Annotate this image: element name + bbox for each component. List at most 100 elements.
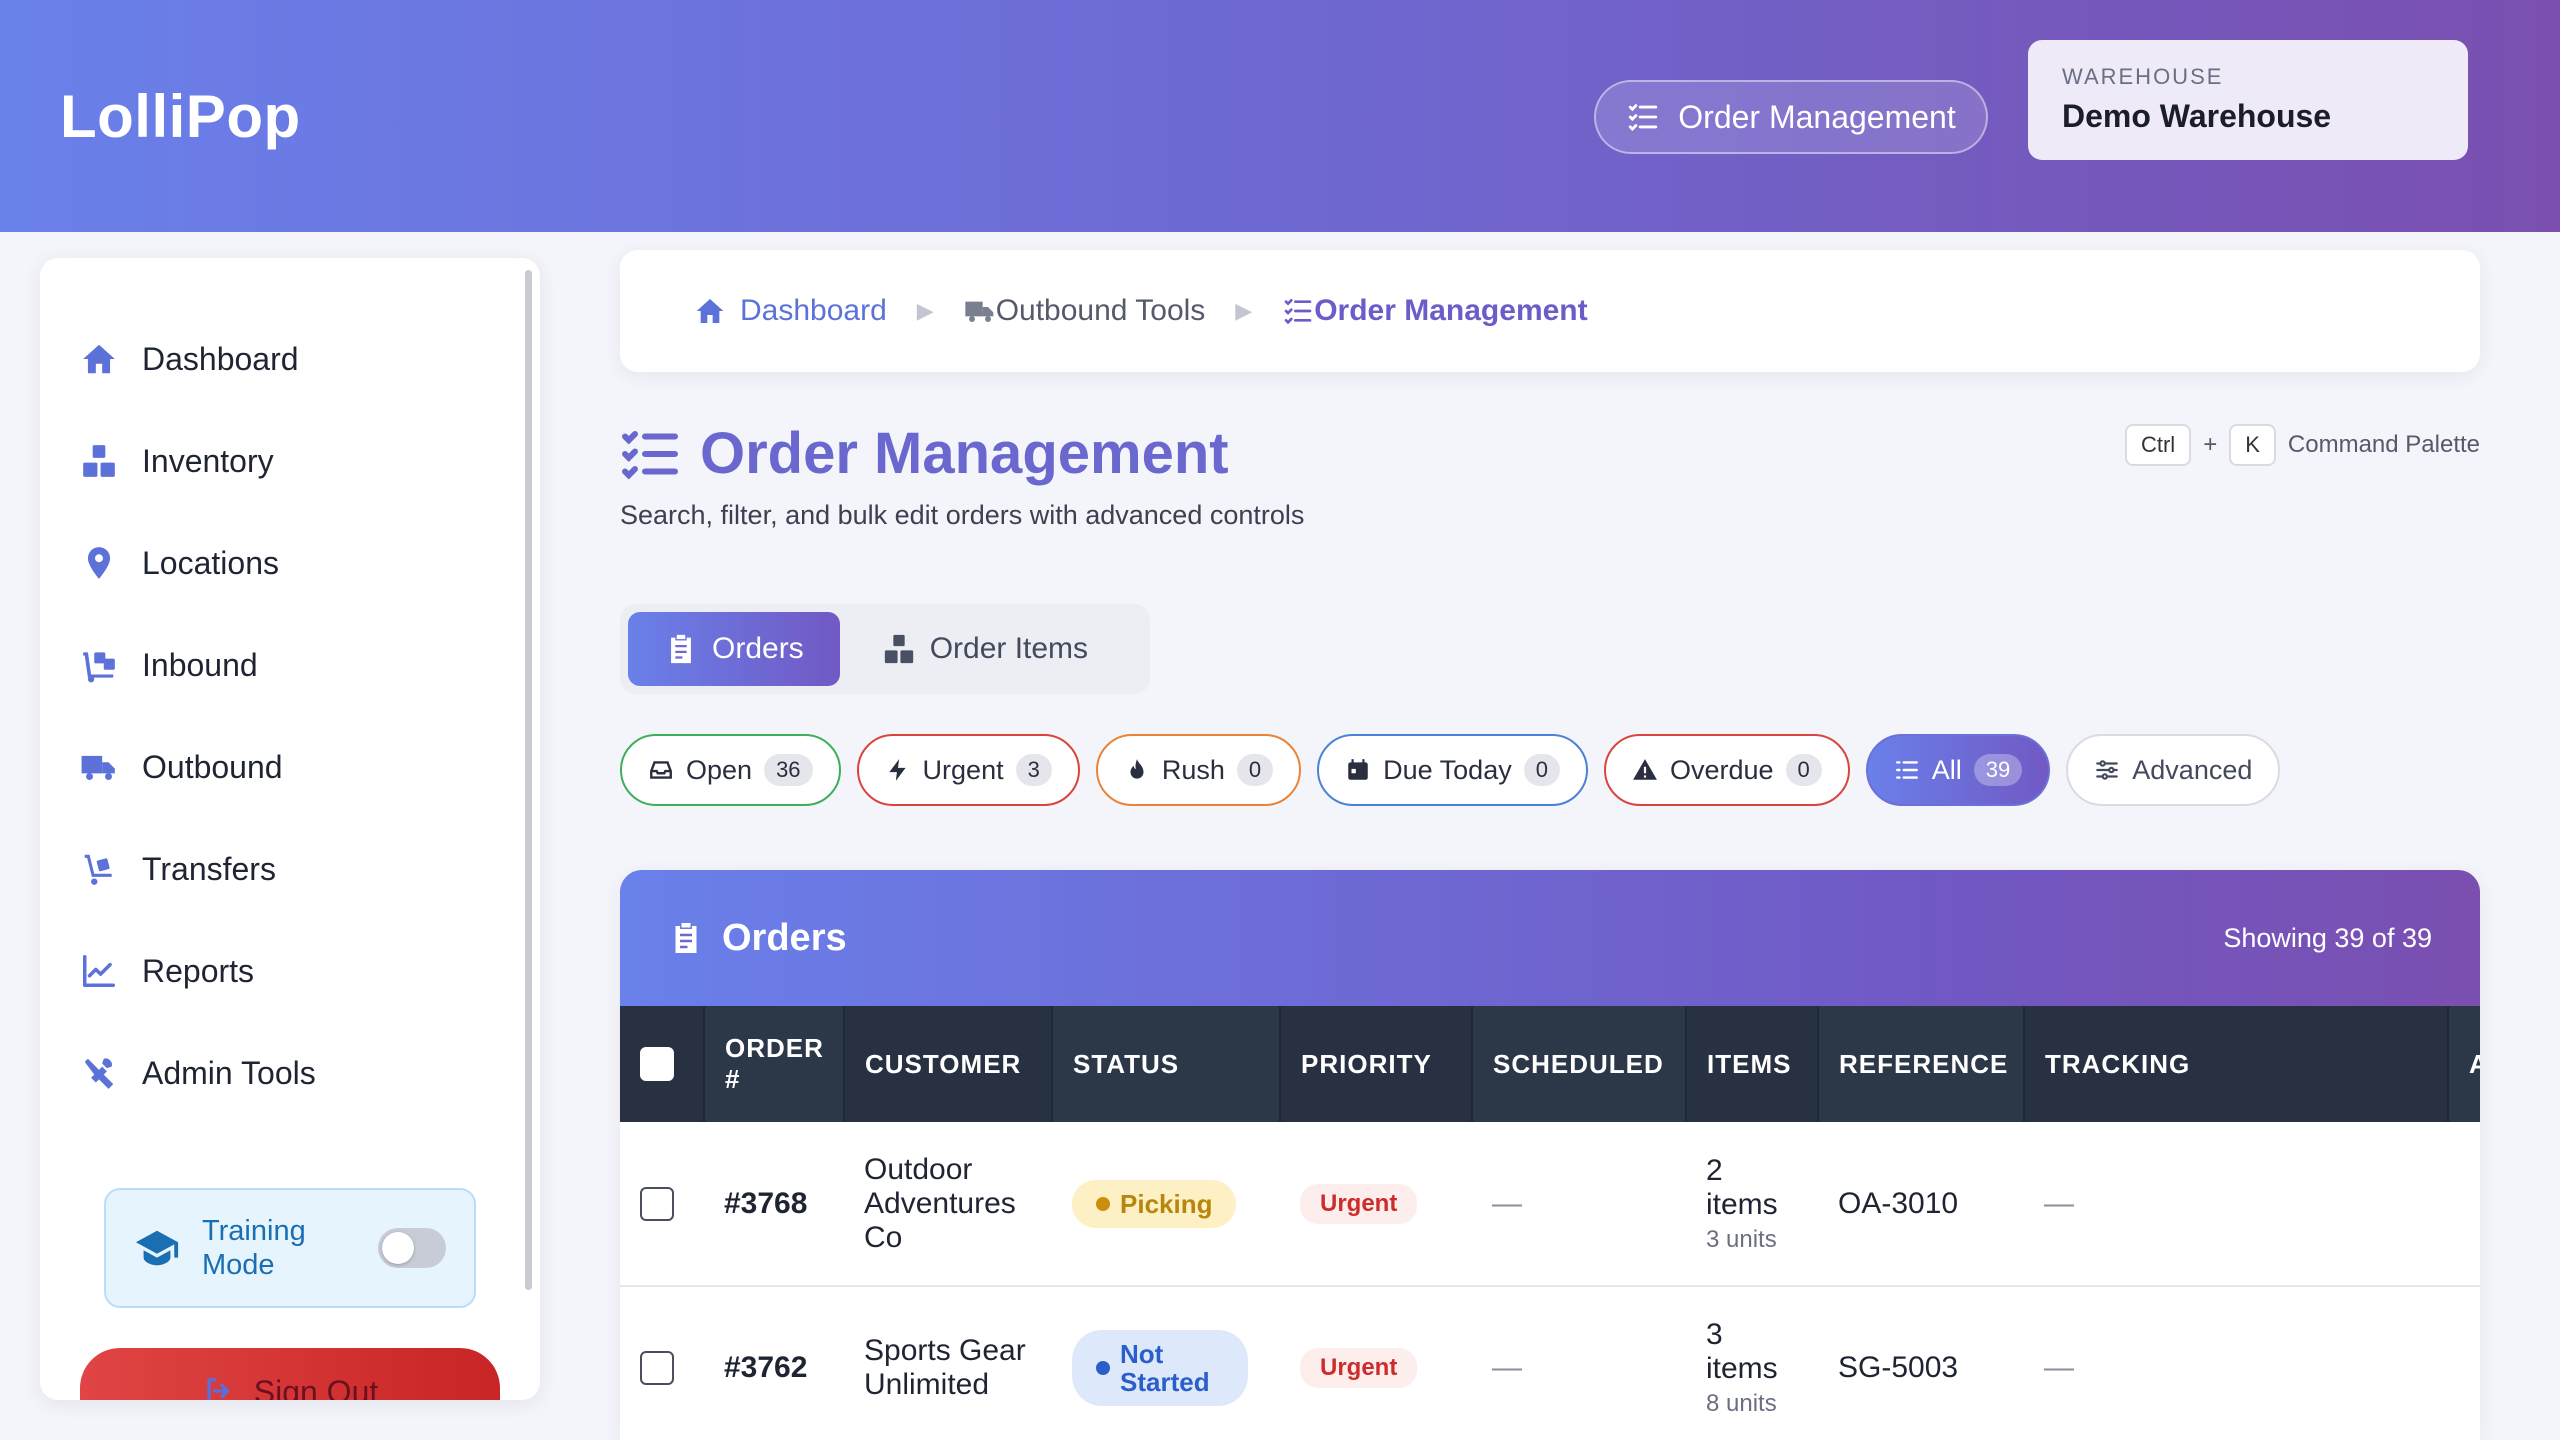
clipboard-icon xyxy=(671,634,691,664)
orders-table: ORDER # CUSTOMER STATUS PRIORITY SCHEDUL… xyxy=(620,1006,2480,1440)
boxes-icon xyxy=(884,634,913,664)
filter-overdue[interactable]: Overdue 0 xyxy=(1603,734,1850,806)
col-priority[interactable]: PRIORITY xyxy=(1280,1006,1473,1122)
orders-title-text: Orders xyxy=(722,916,847,959)
header-pill-label: Order Management xyxy=(1678,98,1956,135)
filter-rush[interactable]: Rush 0 xyxy=(1095,734,1302,806)
scheduled-value: — xyxy=(1472,1122,1686,1287)
training-mode-label: Training Mode xyxy=(202,1215,306,1281)
filter-chips: Open 36 Urgent 3 Rush 0 Due Today 0 Over… xyxy=(620,734,2281,806)
sidebar-item-dashboard[interactable]: Dashboard xyxy=(80,324,480,394)
col-status[interactable]: STATUS xyxy=(1052,1006,1281,1122)
col-items[interactable]: ITEMS xyxy=(1686,1006,1819,1122)
warning-icon xyxy=(1633,759,1657,780)
priority-cell: Urgent xyxy=(1280,1122,1472,1287)
sidebar-item-outbound[interactable]: Outbound xyxy=(80,732,480,802)
filter-label: Rush xyxy=(1161,754,1225,785)
col-actions[interactable]: A xyxy=(2448,1006,2480,1122)
col-reference[interactable]: REFERENCE xyxy=(1818,1006,2025,1122)
units-count: 8 units xyxy=(1706,1390,1777,1417)
priority-badge: Urgent xyxy=(1300,1183,1418,1224)
sidebar-item-admin-tools[interactable]: Admin Tools xyxy=(80,1038,480,1108)
status-cell: Picking xyxy=(1052,1122,1280,1287)
breadcrumb: Dashboard ▶ Outbound Tools ▶ Order Manag… xyxy=(620,250,2480,372)
table-row[interactable]: #3768 Outdoor Adventures Co Picking Urge… xyxy=(620,1122,2480,1287)
status-text: Picking xyxy=(1120,1188,1213,1219)
sidebar-scrollbar[interactable] xyxy=(525,270,532,1290)
top-header: LolliPop Order Management WAREHOUSE Demo… xyxy=(0,0,2560,232)
tab-orders[interactable]: Orders xyxy=(628,612,840,686)
breadcrumb-label: Order Management xyxy=(1314,294,1588,327)
filter-due-today[interactable]: Due Today 0 xyxy=(1317,734,1588,806)
truck-icon xyxy=(81,755,115,780)
view-tabs: Orders Order Items xyxy=(620,604,1150,694)
order-number[interactable]: #3762 xyxy=(704,1286,844,1440)
brand-logo[interactable]: LolliPop xyxy=(60,82,301,151)
command-palette-hint[interactable]: Ctrl + K Command Palette xyxy=(2124,424,2480,466)
sidebar-item-label: Transfers xyxy=(142,850,276,887)
select-all-checkbox[interactable] xyxy=(640,1047,674,1081)
actions-cell xyxy=(2448,1122,2480,1287)
kbd-plus: + xyxy=(2203,431,2218,458)
breadcrumb-dashboard[interactable]: Dashboard xyxy=(694,294,887,328)
customer-name: Outdoor Adventures Co xyxy=(844,1122,1052,1287)
tracking-value: — xyxy=(2024,1286,2448,1440)
clipboard-icon xyxy=(675,923,697,953)
orders-panel: Orders Showing 39 of 39 ORDER # CUSTOMER… xyxy=(620,870,2480,1440)
col-order[interactable]: ORDER # xyxy=(704,1006,845,1122)
filter-all[interactable]: All 39 xyxy=(1865,734,2051,806)
sidebar-item-label: Inventory xyxy=(142,442,274,479)
col-scheduled[interactable]: SCHEDULED xyxy=(1472,1006,1687,1122)
fire-icon xyxy=(1130,759,1144,779)
tracking-value: — xyxy=(2024,1122,2448,1287)
sidebar-item-reports[interactable]: Reports xyxy=(80,936,480,1006)
sidebar-item-inbound[interactable]: Inbound xyxy=(80,630,480,700)
filter-label: Advanced xyxy=(2132,754,2253,785)
breadcrumb-current: Order Management xyxy=(1282,294,1588,328)
filter-count: 39 xyxy=(1973,754,2023,786)
warehouse-selector[interactable]: WAREHOUSE Demo Warehouse xyxy=(2028,40,2468,160)
filter-count: 0 xyxy=(1785,754,1822,786)
order-number[interactable]: #3768 xyxy=(704,1122,844,1287)
row-checkbox[interactable] xyxy=(640,1351,674,1385)
scheduled-value: — xyxy=(1472,1286,1686,1440)
tab-order-items[interactable]: Order Items xyxy=(846,612,1124,686)
col-customer[interactable]: CUSTOMER xyxy=(844,1006,1053,1122)
sliders-icon xyxy=(2096,760,2119,780)
row-checkbox[interactable] xyxy=(640,1186,674,1221)
sign-out-button[interactable]: Sign Out xyxy=(80,1348,500,1400)
filter-urgent[interactable]: Urgent 3 xyxy=(856,734,1080,806)
sidebar-item-label: Outbound xyxy=(142,748,283,785)
warehouse-label: WAREHOUSE xyxy=(2062,64,2224,89)
filter-label: Overdue xyxy=(1669,754,1774,785)
col-tracking[interactable]: TRACKING xyxy=(2024,1006,2449,1122)
training-mode-toggle[interactable] xyxy=(378,1228,446,1268)
breadcrumb-label: Dashboard xyxy=(740,294,887,327)
sidebar: Dashboard Inventory Locations Inbound Ou… xyxy=(40,258,540,1400)
filter-open[interactable]: Open 36 xyxy=(620,734,841,806)
training-mode-panel: Training Mode xyxy=(104,1188,476,1308)
sidebar-item-locations[interactable]: Locations xyxy=(80,528,480,598)
calendar-icon xyxy=(1348,759,1368,780)
items-cell: 3 items 8 units xyxy=(1686,1286,1818,1440)
header-order-management-button[interactable]: Order Management xyxy=(1594,80,1988,154)
items-cell: 2 items 3 units xyxy=(1686,1122,1818,1287)
table-row[interactable]: #3762 Sports Gear Unlimited Not Started … xyxy=(620,1286,2480,1440)
sidebar-item-transfers[interactable]: Transfers xyxy=(80,834,480,904)
status-text: Not Started xyxy=(1120,1339,1210,1397)
orders-panel-header: Orders Showing 39 of 39 xyxy=(620,870,2480,1006)
filter-label: Urgent xyxy=(922,754,1004,785)
tab-label: Orders xyxy=(712,632,804,665)
breadcrumb-label: Outbound Tools xyxy=(995,294,1206,327)
row-select-cell xyxy=(620,1122,704,1287)
tools-icon xyxy=(84,1058,114,1089)
page-title: Order Management xyxy=(620,420,1229,487)
sidebar-item-label: Inbound xyxy=(142,646,258,683)
home-icon xyxy=(696,299,724,323)
home-icon xyxy=(83,344,115,374)
filter-advanced[interactable]: Advanced xyxy=(2066,734,2281,806)
breadcrumb-outbound-tools[interactable]: Outbound Tools xyxy=(964,294,1206,328)
actions-cell xyxy=(2448,1286,2480,1440)
bolt-icon xyxy=(888,759,906,781)
sidebar-item-inventory[interactable]: Inventory xyxy=(80,426,480,496)
